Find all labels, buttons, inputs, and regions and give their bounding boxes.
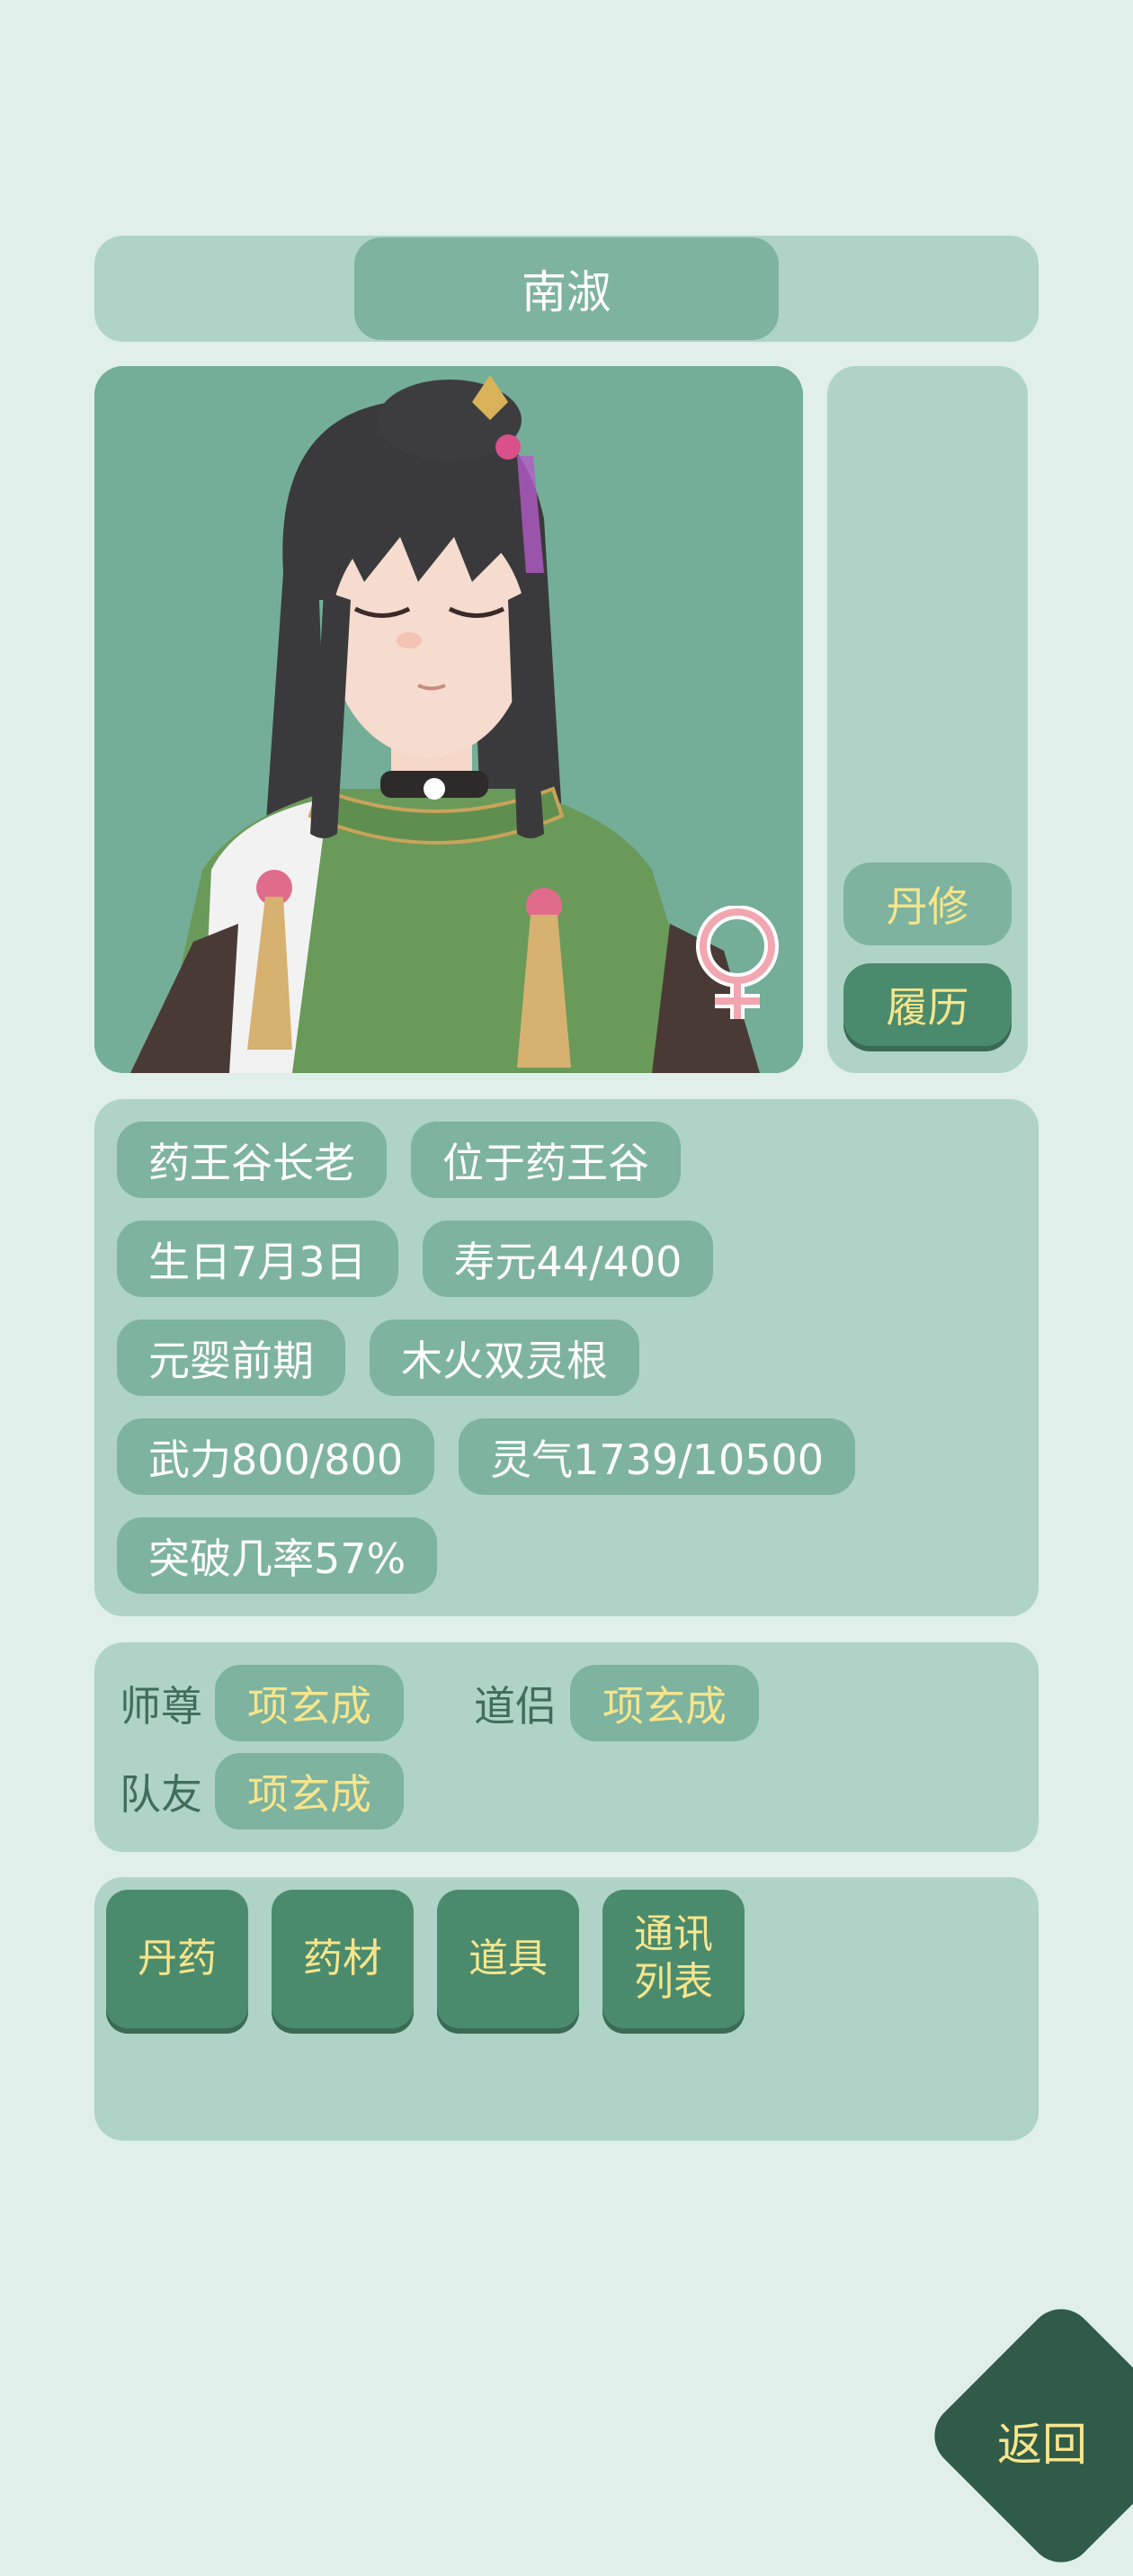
partner-name-chip[interactable]: 项玄成 <box>570 1665 759 1741</box>
master-label: 师尊 <box>120 1681 202 1731</box>
contacts-label-line2: 列表 <box>634 1959 713 2005</box>
contacts-label: 通讯 列表 <box>634 1911 713 2007</box>
character-portrait <box>94 366 803 1073</box>
spirit-root-chip: 木火双灵根 <box>370 1319 639 1396</box>
pills-button[interactable]: 丹药 <box>106 1890 248 2028</box>
partner-label: 道侣 <box>474 1681 557 1731</box>
location-chip: 位于药王谷 <box>411 1122 681 1198</box>
back-button-label: 返回 <box>997 2419 1087 2471</box>
cultivation-role-badge: 丹修 <box>843 863 1012 945</box>
contacts-label-line1: 通讯 <box>634 1911 713 1958</box>
relations-panel: 师尊 项玄成 道侣 项玄成 队友 项玄成 <box>94 1642 1039 1852</box>
character-name-tab[interactable]: 南淑 <box>354 237 779 340</box>
lifespan-chip: 寿元44/400 <box>422 1221 714 1297</box>
items-button[interactable]: 道具 <box>437 1890 579 2028</box>
back-button[interactable]: 返回 <box>921 2295 1133 2576</box>
side-panel: 丹修 履历 <box>827 366 1028 1073</box>
inventory-panel: 丹药 药材 道具 通讯 列表 <box>94 1877 1039 2141</box>
contacts-list-button[interactable]: 通讯 列表 <box>602 1890 745 2028</box>
realm-chip: 元婴前期 <box>117 1319 345 1396</box>
birthday-chip: 生日7月3日 <box>117 1221 398 1297</box>
teammate-name-chip[interactable]: 项玄成 <box>215 1753 404 1829</box>
attributes-panel: 药王谷长老 位于药王谷 生日7月3日 寿元44/400 元婴前期 木火双灵根 武… <box>94 1099 1039 1616</box>
resume-button[interactable]: 履历 <box>843 963 1012 1046</box>
master-name-chip[interactable]: 项玄成 <box>215 1665 404 1741</box>
female-symbol-icon <box>696 906 779 1019</box>
force-chip: 武力800/800 <box>117 1418 435 1495</box>
teammate-label: 队友 <box>120 1769 202 1819</box>
breakthrough-chance-chip: 突破几率57% <box>117 1517 438 1594</box>
title-chip: 药王谷长老 <box>117 1122 387 1198</box>
spirit-energy-chip: 灵气1739/10500 <box>459 1418 856 1495</box>
herbs-button[interactable]: 药材 <box>272 1890 414 2028</box>
